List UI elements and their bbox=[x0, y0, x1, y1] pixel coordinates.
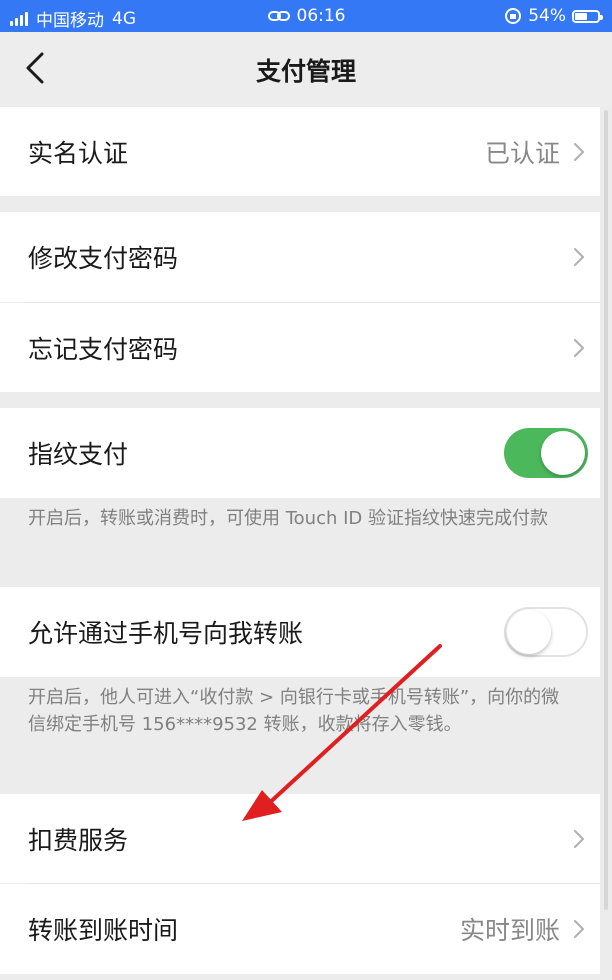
battery-icon bbox=[572, 9, 603, 23]
toggle-knob bbox=[507, 610, 551, 654]
phone-transfer-note: 开启后，他人可进入“收付款 > 向银行卡或手机号转账”，向你的微信绑定手机号 1… bbox=[28, 687, 560, 735]
battery-level bbox=[575, 12, 587, 20]
scrollbar[interactable] bbox=[604, 110, 608, 910]
verification-status: 已认证 bbox=[484, 138, 560, 168]
toggle-knob bbox=[541, 431, 585, 475]
row-deduction-service[interactable]: 扣费服务 bbox=[0, 794, 600, 883]
chevron-right-icon bbox=[573, 829, 585, 848]
row-label: 转账到账时间 bbox=[28, 916, 179, 945]
arrival-time-value: 实时到账 bbox=[459, 916, 560, 945]
row-real-name[interactable]: 实名认证 已认证 bbox=[0, 107, 600, 196]
fingerprint-note: 开启后，转账或消费时，可使用 Touch ID 验证指纹快速完成付款 bbox=[28, 508, 548, 529]
link-icon bbox=[267, 11, 290, 21]
status-bar-right: 54% bbox=[504, 6, 603, 26]
row-change-password[interactable]: 修改支付密码 bbox=[0, 212, 600, 302]
row-label: 忘记支付密码 bbox=[28, 334, 179, 364]
clock-label: 06:16 bbox=[296, 6, 346, 26]
battery-label: 54% bbox=[528, 6, 566, 26]
row-label: 修改支付密码 bbox=[28, 244, 179, 273]
chevron-right-icon bbox=[573, 338, 585, 357]
row-label: 扣费服务 bbox=[28, 825, 129, 855]
fingerprint-toggle[interactable] bbox=[504, 428, 588, 478]
nav-bar: 支付管理 bbox=[0, 32, 612, 106]
chevron-right-icon bbox=[573, 247, 585, 267]
chevron-right-icon bbox=[573, 919, 585, 939]
row-forgot-password[interactable]: 忘记支付密码 bbox=[0, 303, 600, 392]
page-title: 支付管理 bbox=[255, 57, 356, 86]
phone-transfer-toggle[interactable] bbox=[504, 607, 588, 657]
row-arrival-time[interactable]: 转账到账时间 实时到账 bbox=[0, 884, 600, 974]
row-label: 实名认证 bbox=[28, 138, 129, 168]
status-bar: 中国移动 4G 06:16 54% bbox=[0, 0, 612, 32]
rotation-lock-icon bbox=[505, 8, 522, 24]
chevron-right-icon bbox=[573, 142, 585, 161]
